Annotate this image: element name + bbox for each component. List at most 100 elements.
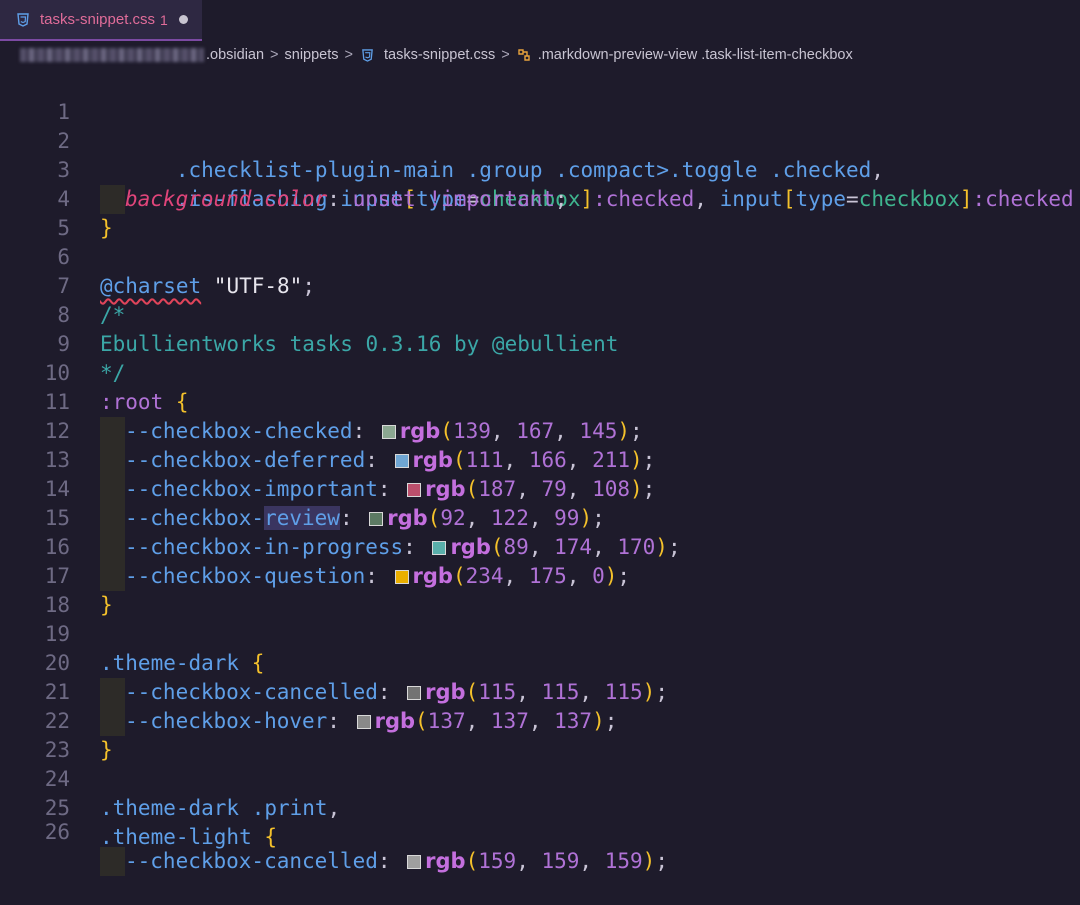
line-number[interactable]: 26 (0, 818, 70, 847)
token: 122 (490, 506, 529, 530)
breadcrumb-redacted-path[interactable] (20, 48, 204, 62)
code-line: 15 --checkbox-in-progress: rgb(89, 174, … (0, 475, 681, 562)
code-line: 26 --checkbox-cancelled: rgb(159, 159, 1… (0, 789, 668, 876)
token: , (528, 535, 555, 559)
token: : (403, 535, 429, 559)
token: ) (642, 849, 656, 873)
token: : (365, 448, 391, 472)
color-swatch-icon[interactable] (407, 855, 422, 869)
token: ] (959, 187, 973, 211)
color-swatch-icon[interactable] (381, 425, 396, 439)
comment-token: */ (100, 361, 126, 385)
code-line: 22 } (0, 678, 113, 762)
breadcrumb-file[interactable]: tasks-snippet.css (382, 47, 497, 63)
color-swatch-icon[interactable] (407, 686, 422, 700)
css-variable: --checkbox-cancelled (125, 849, 378, 873)
token: 175 (528, 564, 567, 588)
indent-guide (100, 446, 125, 475)
token: 145 (579, 419, 618, 443)
token: , (516, 849, 542, 873)
token: 139 (452, 419, 491, 443)
color-swatch-icon[interactable] (356, 715, 371, 729)
token: 79 (541, 477, 567, 501)
code-line: 7 /* (0, 243, 125, 327)
css-variable: --checkbox-deferred (125, 448, 366, 472)
token: , (694, 187, 720, 211)
breadcrumb-separator: > (270, 47, 279, 63)
token: , (528, 506, 555, 530)
indent-guide (100, 475, 125, 504)
code-line: 12 --checkbox-deferred: rgb(111, 166, 21… (0, 388, 655, 475)
breadcrumb-separator: > (344, 47, 353, 63)
token: 174 (554, 535, 593, 559)
css3-icon (17, 12, 29, 27)
css3-icon (362, 48, 373, 62)
code-line: 8 Ebullientworks tasks 0.3.16 by @ebulli… (0, 272, 618, 356)
code-line: 17 } (0, 533, 113, 617)
color-swatch-icon[interactable] (407, 483, 422, 497)
token: 92 (440, 506, 466, 530)
code-line: 13 --checkbox-important: rgb(187, 79, 10… (0, 417, 655, 504)
token: ( (427, 506, 441, 530)
token: 115 (478, 680, 517, 704)
unsaved-dot-icon[interactable] (178, 15, 188, 24)
token: , (327, 796, 341, 820)
color-swatch-icon[interactable] (394, 454, 409, 468)
token: 137 (427, 709, 466, 733)
token: ) (592, 709, 605, 733)
token: unset (352, 187, 416, 211)
css-variable: --checkbox-question (125, 564, 366, 588)
css-variable: --checkbox-checked (125, 419, 353, 443)
indent-guide (100, 707, 125, 736)
token: ( (490, 535, 504, 559)
code-line: 24 .theme-dark .print, (0, 736, 341, 820)
color-swatch-icon[interactable] (369, 512, 384, 526)
comment-token: /* (100, 303, 126, 327)
token: ( (452, 564, 466, 588)
editor-tab-bar: tasks-snippet.css 1 (0, 0, 1080, 41)
token: rgb (412, 564, 453, 588)
token: ) (604, 564, 618, 588)
code-editor[interactable]: 1 .checklist-plugin-main .group .compact… (0, 69, 1080, 876)
code-line: 11 --checkbox-checked: rgb(139, 167, 145… (0, 359, 643, 446)
breadcrumb-folder-snippets[interactable]: snippets (283, 47, 341, 63)
token: ] (580, 187, 594, 211)
token: 89 (503, 535, 529, 559)
token: input (719, 187, 783, 211)
token: { (1074, 187, 1080, 211)
css-variable: --checkbox-in-progress (125, 535, 404, 559)
code-line: 14 --checkbox-review: rgb(92, 122, 99); (0, 446, 605, 533)
token: ) (630, 477, 643, 501)
token: , (554, 419, 580, 443)
token: rgb (399, 419, 441, 443)
token: ; (630, 419, 643, 443)
indent-guide (100, 504, 125, 533)
breadcrumb-symbol[interactable]: .markdown-preview-view .task-list-item-c… (536, 47, 855, 63)
breadcrumb-folder-obsidian[interactable]: .obsidian (204, 47, 266, 63)
token: , (592, 535, 618, 559)
code-line: 2 .is-flashing input[type=checkbox]:chec… (0, 98, 1073, 211)
tab-tasks-snippet-css[interactable]: tasks-snippet.css 1 (0, 0, 202, 41)
indent-guide (100, 562, 125, 591)
comment-token: Ebullientworks tasks 0.3.16 by @ebullien… (100, 332, 619, 356)
token: 187 (478, 477, 517, 501)
token: 159 (541, 849, 580, 873)
token: :checked (593, 187, 695, 211)
indent-guide (100, 533, 125, 562)
token: !important (415, 187, 555, 211)
token: , (566, 564, 593, 588)
css-variable: --checkbox-cancelled (125, 680, 378, 704)
token: , (465, 506, 491, 530)
token: ) (630, 448, 643, 472)
token: ; (642, 448, 656, 472)
token: ; (302, 274, 315, 298)
color-swatch-icon[interactable] (394, 570, 409, 584)
token: 99 (554, 506, 580, 530)
token: 137 (554, 709, 593, 733)
token: ; (667, 535, 681, 559)
color-swatch-icon[interactable] (432, 541, 447, 555)
token: , (516, 477, 542, 501)
token: 167 (516, 419, 555, 443)
token: 166 (528, 448, 567, 472)
code-line: 6 @charset "UTF-8"; (0, 214, 315, 298)
